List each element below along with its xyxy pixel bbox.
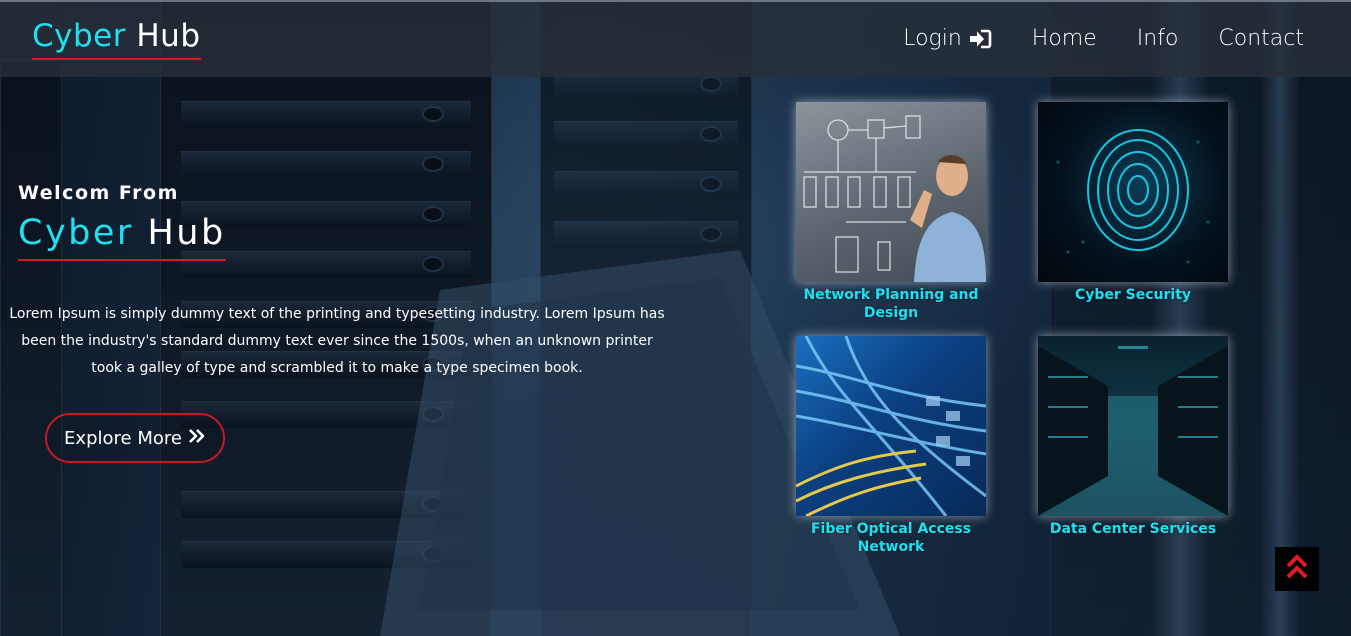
brand-part-cyber: Cyber — [32, 18, 126, 54]
nav-info-link[interactable]: Info — [1137, 26, 1179, 51]
service-label-network-planning: Network Planning and Design — [803, 287, 979, 321]
double-chevron-up-icon — [1285, 554, 1309, 584]
hero-brand-title: Cyber Hub — [18, 213, 226, 261]
nav-login-label: Login — [903, 26, 962, 51]
scroll-to-top-button[interactable] — [1275, 547, 1319, 591]
service-label-cyber-security: Cyber Security — [1074, 287, 1192, 303]
hero-description: Lorem Ipsum is simply dummy text of the … — [9, 306, 665, 376]
sign-in-icon — [968, 28, 992, 50]
service-card-network-planning[interactable]: Network Planning and Design — [796, 102, 986, 322]
main-nav: Login Home Info Contact — [903, 26, 1304, 51]
hero-brand-part-hub: Hub — [147, 213, 226, 253]
network-planning-image — [796, 102, 986, 282]
explore-more-label: Explore More — [64, 427, 182, 449]
fingerprint-image — [1038, 102, 1228, 282]
service-card-data-center[interactable]: Data Center Services — [1038, 336, 1228, 538]
fiber-cables-image — [796, 336, 986, 516]
service-card-cyber-security[interactable]: Cyber Security — [1038, 102, 1228, 304]
nav-contact-link[interactable]: Contact — [1218, 26, 1304, 51]
service-label-data-center: Data Center Services — [1049, 521, 1217, 537]
double-chevron-right-icon — [188, 428, 206, 449]
hero-brand-part-cyber: Cyber — [18, 213, 134, 253]
data-center-image — [1038, 336, 1228, 516]
top-navbar: Cyber Hub Login Home Info Contact — [0, 0, 1351, 77]
service-label-fiber-optical: Fiber Optical Access Network — [810, 521, 972, 555]
brand-logo[interactable]: Cyber Hub — [32, 18, 201, 60]
page: Cyber Hub Login Home Info Contact Welcom… — [0, 0, 1351, 636]
brand-part-hub: Hub — [136, 18, 201, 54]
service-card-fiber-optical[interactable]: Fiber Optical Access Network — [796, 336, 986, 556]
nav-login-link[interactable]: Login — [903, 26, 992, 51]
explore-more-button[interactable]: Explore More — [45, 413, 225, 463]
nav-home-link[interactable]: Home — [1032, 26, 1097, 51]
hero-welcome-text: Welcom From — [18, 182, 179, 204]
